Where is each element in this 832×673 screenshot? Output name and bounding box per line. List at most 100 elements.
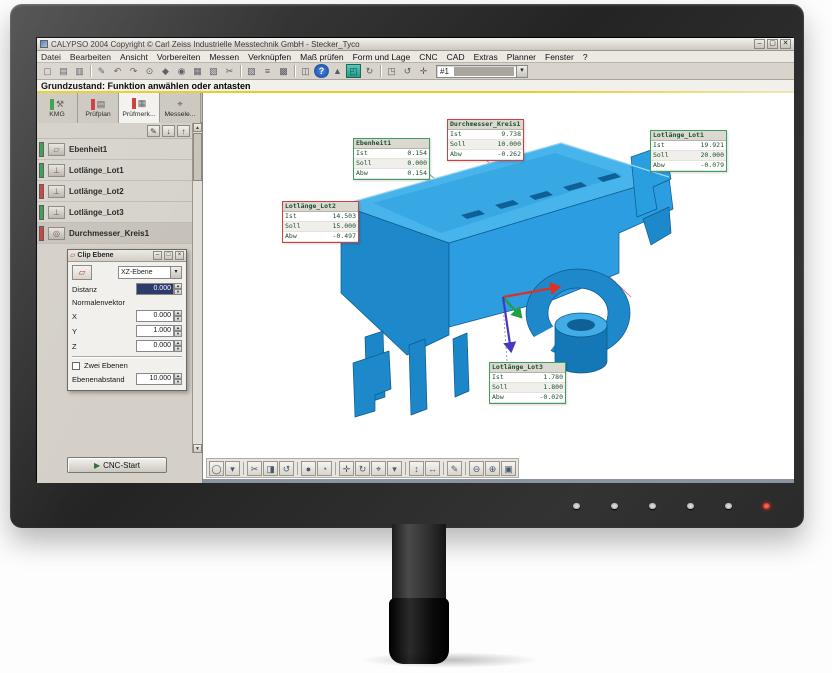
menu-bearbeiten[interactable]: Bearbeiten [70,52,111,62]
menu-messen[interactable]: Messen [209,52,239,62]
orbit-icon[interactable]: ↻ [355,461,370,476]
menu-extras[interactable]: Extras [474,52,498,62]
z-field[interactable]: 0.000 [136,340,174,352]
run-selector-combobox[interactable]: #1 ▾ [436,65,528,78]
stylus-change-icon[interactable]: ✎ [94,64,109,78]
move-up-icon[interactable]: ↑ [177,125,190,137]
print-icon[interactable]: ▨ [244,64,259,78]
list-item-durchmesser-kreis1[interactable]: ◎ Durchmesser_Kreis1 [37,223,193,244]
search-icon[interactable]: ◉ [174,64,189,78]
x-field[interactable]: 0.000 [136,310,174,322]
list-item-lotlaenge-lot3[interactable]: ⊥ Lotlänge_Lot3 [37,202,193,223]
undo-icon[interactable]: ↶ [110,64,125,78]
help-icon[interactable]: ? [314,64,329,78]
tab-kmg[interactable]: ⚒ KMG [37,93,78,123]
circle-mode-icon[interactable]: ◯ [209,461,224,476]
view-reset-icon[interactable]: ◳ [384,64,399,78]
chevron-down-icon[interactable]: ▾ [387,461,402,476]
delete-icon[interactable]: ✂ [222,64,237,78]
maximize-button[interactable]: ▢ [767,39,778,49]
rotate-3d-icon[interactable]: ↺ [279,461,294,476]
y-field[interactable]: 1.000 [136,325,174,337]
y-stepper[interactable]: ▲▼ [174,325,182,337]
chevron-down-icon[interactable]: ▾ [170,267,181,278]
annotation-durchmesser-kreis1[interactable]: Durchmesser_Kreis1 Ist9.738 Soll10.000 A… [447,119,524,161]
clip-plane-icon[interactable]: ✂ [247,461,262,476]
table-icon[interactable]: ▩ [276,64,291,78]
shaded-mode-icon[interactable]: ● [301,461,316,476]
menu-ansicht[interactable]: Ansicht [120,52,148,62]
menu-fenster[interactable]: Fenster [545,52,574,62]
list-item-lotlaenge-lot2[interactable]: ⊥ Lotlänge_Lot2 [37,181,193,202]
characteristics-icon[interactable]: ▧ [206,64,221,78]
annotation-ebenheit1[interactable]: Ebenheit1 Ist0.154 Soll0.000 Abw0.154 [353,138,430,180]
tab-messelemente[interactable]: ⌖ Messele... [160,93,201,123]
probe-icon[interactable]: ⊙ [142,64,157,78]
plane-spacing-field[interactable]: 10.000 [136,373,174,385]
minimize-button[interactable]: – [754,39,765,49]
two-planes-checkbox[interactable] [72,362,80,370]
dialog-minimize-button[interactable]: – [153,251,162,260]
cad-viewport[interactable]: Ebenheit1 Ist0.154 Soll0.000 Abw0.154 Du… [203,93,794,483]
redo-icon[interactable]: ↷ [126,64,141,78]
annotation-lotlaenge-lot2[interactable]: Lotlänge_Lot2 Ist14.503 Soll15.000 Abw-0… [282,201,359,243]
zoom-out-icon[interactable]: ⊖ [469,461,484,476]
rotate-icon[interactable]: ↺ [400,64,415,78]
menu-verknuepfen[interactable]: Verknüpfen [248,52,291,62]
menu-cnc[interactable]: CNC [419,52,437,62]
plane-select[interactable]: XZ-Ebene ▾ [118,266,182,279]
move-horizontal-icon[interactable]: ↔ [425,461,440,476]
move-down-icon[interactable]: ↓ [162,125,175,137]
distance-field[interactable]: 0.000 [136,283,174,295]
clip-plane-toggle-button[interactable]: ▱ [72,265,92,280]
scrollbar-thumb[interactable] [193,133,202,181]
globe-mode-icon[interactable]: ◔ [317,461,332,476]
spacing-stepper[interactable]: ▲▼ [174,373,182,385]
menu-cad[interactable]: CAD [447,52,465,62]
cad-icon[interactable]: ◰ [346,64,361,78]
tab-pruefmerkmale[interactable]: ▦ Prüfmerk... [119,93,160,123]
pen-tool-icon[interactable]: ✎ [447,461,462,476]
clip-section-icon[interactable]: ◨ [263,461,278,476]
new-icon[interactable]: ▢ [40,64,55,78]
distance-stepper[interactable]: ▲▼ [174,283,182,295]
menu-mass-pruefen[interactable]: Maß prüfen [300,52,343,62]
simulation-icon[interactable]: ↻ [362,64,377,78]
x-stepper[interactable]: ▲▼ [174,310,182,322]
window-icon[interactable]: ◫ [298,64,313,78]
scroll-down-icon[interactable]: ▼ [193,444,202,453]
zoom-in-icon[interactable]: ⊕ [485,461,500,476]
chevron-down-icon[interactable]: ▾ [516,66,527,77]
open-icon[interactable]: ▤ [56,64,71,78]
dialog-maximize-button[interactable]: □ [164,251,173,260]
tab-pruefplan[interactable]: ▤ Prüfplan [78,93,119,123]
menu-planner[interactable]: Planner [507,52,536,62]
settings-icon[interactable]: ✛ [416,64,431,78]
pan-icon[interactable]: ✛ [339,461,354,476]
save-icon[interactable]: ▥ [72,64,87,78]
list-item-ebenheit1[interactable]: ▱ Ebenheit1 [37,139,193,160]
probe-position-icon[interactable]: ⌖ [371,461,386,476]
menu-datei[interactable]: Datei [41,52,61,62]
z-stepper[interactable]: ▲▼ [174,340,182,352]
features-icon[interactable]: ▦ [190,64,205,78]
menu-form-und-lage[interactable]: Form und Lage [353,52,411,62]
report-icon[interactable]: ≡ [260,64,275,78]
annotation-lotlaenge-lot1[interactable]: Lotlänge_Lot1 Ist19.921 Soll20.000 Abw-0… [650,130,727,172]
sidebar-scrollbar[interactable]: ▲ ▼ [192,123,202,453]
run-icon[interactable]: ▲ [330,64,345,78]
edit-icon[interactable]: ✎ [147,125,160,137]
menu-vorbereiten[interactable]: Vorbereiten [157,52,200,62]
cnc-start-button[interactable]: ▶ CNC-Start [67,457,167,473]
dialog-titlebar[interactable]: ▱ Clip Ebene – □ × [68,250,186,262]
list-item-lotlaenge-lot1[interactable]: ⊥ Lotlänge_Lot1 [37,160,193,181]
dialog-close-button[interactable]: × [175,251,184,260]
move-vertical-icon[interactable]: ↕ [409,461,424,476]
zoom-fit-icon[interactable]: ▣ [501,461,516,476]
scroll-up-icon[interactable]: ▲ [193,123,202,132]
close-button[interactable]: ✕ [780,39,791,49]
chevron-down-icon[interactable]: ▾ [225,461,240,476]
measure-icon[interactable]: ◆ [158,64,173,78]
menu-help[interactable]: ? [583,52,588,62]
annotation-lotlaenge-lot3[interactable]: Lotlänge_Lot3 Ist1.780 Soll1.800 Abw-0.0… [489,362,566,404]
